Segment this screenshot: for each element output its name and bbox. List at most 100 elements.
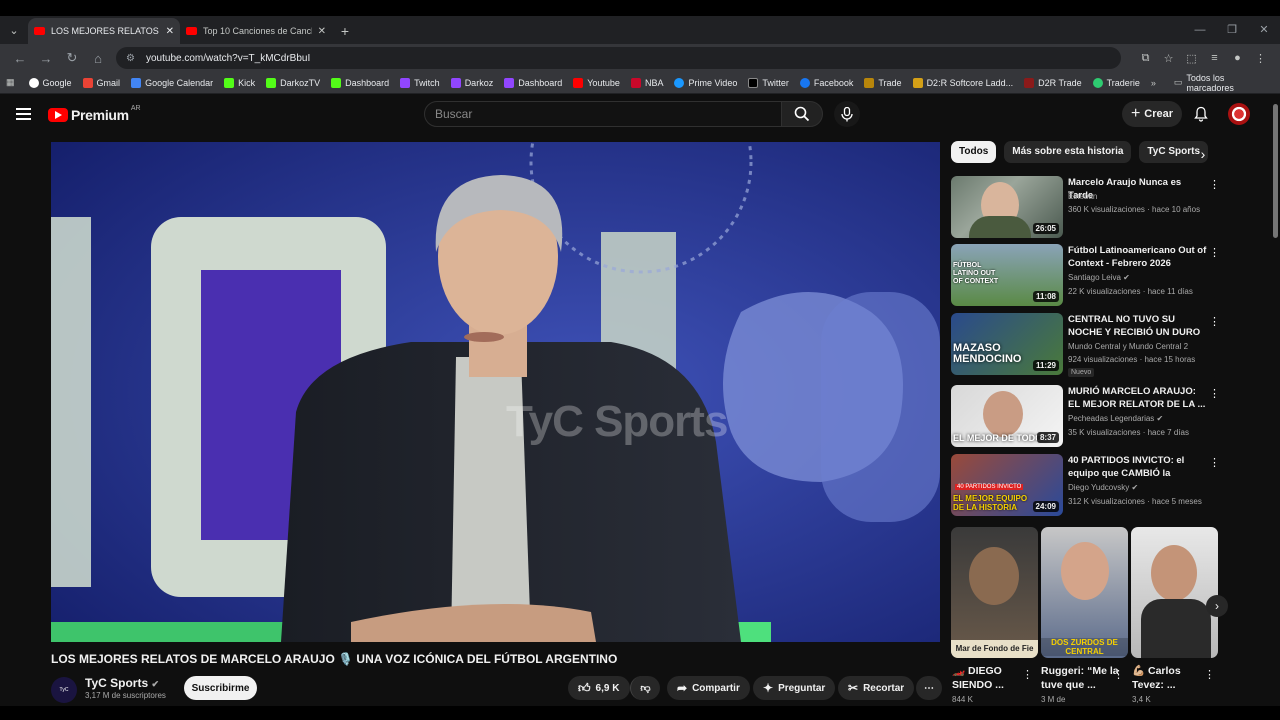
search-icon [794, 106, 810, 122]
bookmark-item[interactable]: Dashboard [504, 77, 562, 88]
voice-search-button[interactable] [834, 101, 860, 127]
recommendation-item[interactable]: EL MEJOR DE TODOS 8:37 MURIÓ MARCELO ARA… [951, 385, 1221, 447]
site-info-icon[interactable]: ⚙ [126, 53, 138, 64]
address-bar[interactable]: ⚙ youtube.com/watch?v=T_kMCdrBbuI [116, 47, 1121, 69]
clip-button[interactable]: ✂ Recortar [838, 676, 915, 700]
bookmark-item[interactable]: Trade [864, 77, 902, 88]
close-window-icon[interactable]: ✕ [1248, 16, 1280, 44]
video-thumbnail: MAZASO MENDOCINO 11:29 [951, 313, 1063, 375]
dislike-button[interactable]: 👎︎ [630, 676, 660, 700]
back-icon[interactable]: ← [8, 46, 32, 70]
browser-tab[interactable]: Top 10 Canciones de Cancha M ✕ [180, 18, 332, 44]
bookmark-item[interactable]: D2R Trade [1024, 77, 1082, 88]
bookmark-item[interactable]: Dashboard [331, 77, 390, 88]
short-thumbnail[interactable]: Mar de Fondo de Fie [951, 527, 1038, 658]
bookmark-item[interactable]: Traderie [1092, 77, 1140, 88]
more-vertical-icon[interactable]: ⋮ [1022, 668, 1033, 681]
bookmark-item[interactable]: Google Calendar [131, 77, 213, 88]
video-duration: 11:08 [1032, 291, 1059, 302]
verified-icon: ✔ [1156, 414, 1164, 423]
more-vertical-icon[interactable]: ⋮ [1209, 246, 1220, 259]
address-toolbar: ← → ↻ ⌂ ⚙ youtube.com/watch?v=T_kMCdrBbu… [0, 44, 1280, 72]
video-player[interactable]: TyC Sports [51, 142, 940, 642]
bookmark-item[interactable]: Google [28, 77, 72, 88]
bookmark-item[interactable]: D2:R Softcore Ladd... [912, 77, 1013, 88]
more-vertical-icon[interactable]: ⋮ [1209, 456, 1220, 469]
bookmark-item[interactable]: Gmail [82, 77, 120, 88]
youtube-premium-logo[interactable]: Premium AR [48, 105, 141, 123]
more-vertical-icon[interactable]: ⋮ [1209, 178, 1220, 191]
maximize-icon[interactable]: ❐ [1216, 16, 1248, 44]
channel-text: Santiago Leiva [1068, 273, 1121, 282]
reload-icon[interactable]: ↻ [60, 46, 84, 70]
more-vertical-icon[interactable]: ⋮ [1209, 315, 1220, 328]
more-actions-button[interactable]: ⋯ [916, 676, 942, 700]
forward-icon[interactable]: → [34, 46, 58, 70]
recommendation-meta: 35 K visualizaciones · hace 7 días [1068, 428, 1189, 437]
bookmark-item[interactable]: Prime Video [674, 77, 737, 88]
recommendation-item[interactable]: MAZASO MENDOCINO 11:29 CENTRAL NO TUVO S… [951, 313, 1221, 377]
subscribe-button[interactable]: Suscribirme [184, 676, 257, 700]
search-input[interactable]: Buscar [424, 101, 782, 127]
channel-name[interactable]: TyC Sports ✔ [85, 676, 159, 690]
folder-icon: ▭ [1173, 77, 1183, 87]
shorts-next-icon[interactable]: › [1206, 595, 1228, 617]
bookmark-item[interactable]: Youtube [573, 77, 620, 88]
like-button[interactable]: 👍︎ 6,9 K [568, 676, 630, 700]
recommendation-item[interactable]: 26:05 Marcelo Araujo Nunca es Tarde Este… [951, 176, 1221, 238]
account-avatar[interactable] [1228, 103, 1250, 125]
recommendation-title: CENTRAL NO TUVO SU NOCHE Y RECIBIÓ UN DU… [1068, 314, 1201, 338]
new-tab-button[interactable]: + [332, 18, 358, 44]
more-bookmarks-icon[interactable]: » [1151, 78, 1156, 88]
short-caption: Mar de Fondo de Fie [951, 640, 1038, 658]
tab-search-icon[interactable]: ⌄ [0, 16, 28, 44]
short-title: 💪🏼 Carlos Tevez: ... [1132, 665, 1181, 691]
notifications-bell-icon[interactable] [1190, 103, 1212, 125]
recommendation-title: Fútbol Latinoamericano Out of Context - … [1068, 245, 1207, 269]
bookmark-item[interactable]: Facebook [799, 77, 853, 88]
bookmark-item[interactable]: Twitter [748, 77, 789, 88]
search-button[interactable] [781, 101, 823, 127]
extensions-icon[interactable]: ⬚ [1180, 52, 1203, 65]
browser-menu-icon[interactable]: ⋮ [1249, 52, 1272, 65]
create-label: Crear [1144, 108, 1174, 120]
short-views: 3 M de [1041, 695, 1066, 704]
menu-icon[interactable] [16, 108, 31, 120]
browser-tab-active[interactable]: LOS MEJORES RELATOS DE MA ✕ [28, 18, 180, 44]
home-icon[interactable]: ⌂ [86, 46, 110, 70]
install-app-icon[interactable]: ⧉ [1134, 52, 1157, 65]
media-icon[interactable]: ≡ [1203, 52, 1226, 65]
bookmark-item[interactable]: Darkoz [450, 77, 493, 88]
tab-close-icon[interactable]: ✕ [318, 26, 326, 37]
bookmark-star-icon[interactable]: ☆ [1157, 52, 1180, 65]
more-vertical-icon[interactable]: ⋮ [1113, 668, 1124, 681]
bookmark-item[interactable]: DarkozTV [266, 77, 320, 88]
chip-all[interactable]: Todos [951, 141, 997, 163]
minimize-icon[interactable]: — [1184, 16, 1216, 44]
share-button[interactable]: ➦ Compartir [667, 676, 750, 700]
recommendation-item[interactable]: 40 PARTIDOS INVICTO EL MEJOR EQUIPO DE L… [951, 454, 1221, 516]
more-vertical-icon[interactable]: ⋮ [1204, 668, 1215, 681]
bookmark-item[interactable]: Twitch [400, 77, 440, 88]
short-thumbnail[interactable]: DOS ZURDOS DE CENTRAL [1041, 527, 1128, 658]
tab-close-icon[interactable]: ✕ [166, 26, 174, 37]
bookmark-item[interactable]: Kick [224, 77, 255, 88]
bookmark-label: Google [42, 77, 72, 88]
recommendation-item[interactable]: FÚTBOL LATINO OUT OF CONTEXT 11:08 Fútbo… [951, 244, 1221, 306]
chip-more-story[interactable]: Más sobre esta historia [1004, 141, 1132, 163]
short-thumbnail[interactable] [1131, 527, 1218, 658]
screen-top-edge [0, 0, 1280, 16]
bookmark-item[interactable]: NBA [630, 77, 663, 88]
create-button[interactable]: + Crear [1122, 101, 1182, 127]
more-vertical-icon[interactable]: ⋮ [1209, 387, 1220, 400]
all-bookmarks[interactable]: » ▭ Todos los marcadores [1151, 73, 1274, 93]
scrollbar-thumb[interactable] [1273, 104, 1278, 238]
bookmark-label: Dashboard [345, 77, 390, 88]
recommendation-meta: 22 K visualizaciones · hace 11 días [1068, 287, 1193, 296]
apps-grid-icon[interactable]: ▦ [6, 77, 15, 88]
ask-button[interactable]: ✦ Preguntar [753, 676, 836, 700]
clip-label: Recortar [863, 682, 905, 694]
profile-icon[interactable]: ● [1226, 52, 1249, 65]
channel-avatar[interactable]: TyC [51, 677, 77, 703]
chevron-right-icon[interactable]: › [1193, 144, 1213, 164]
